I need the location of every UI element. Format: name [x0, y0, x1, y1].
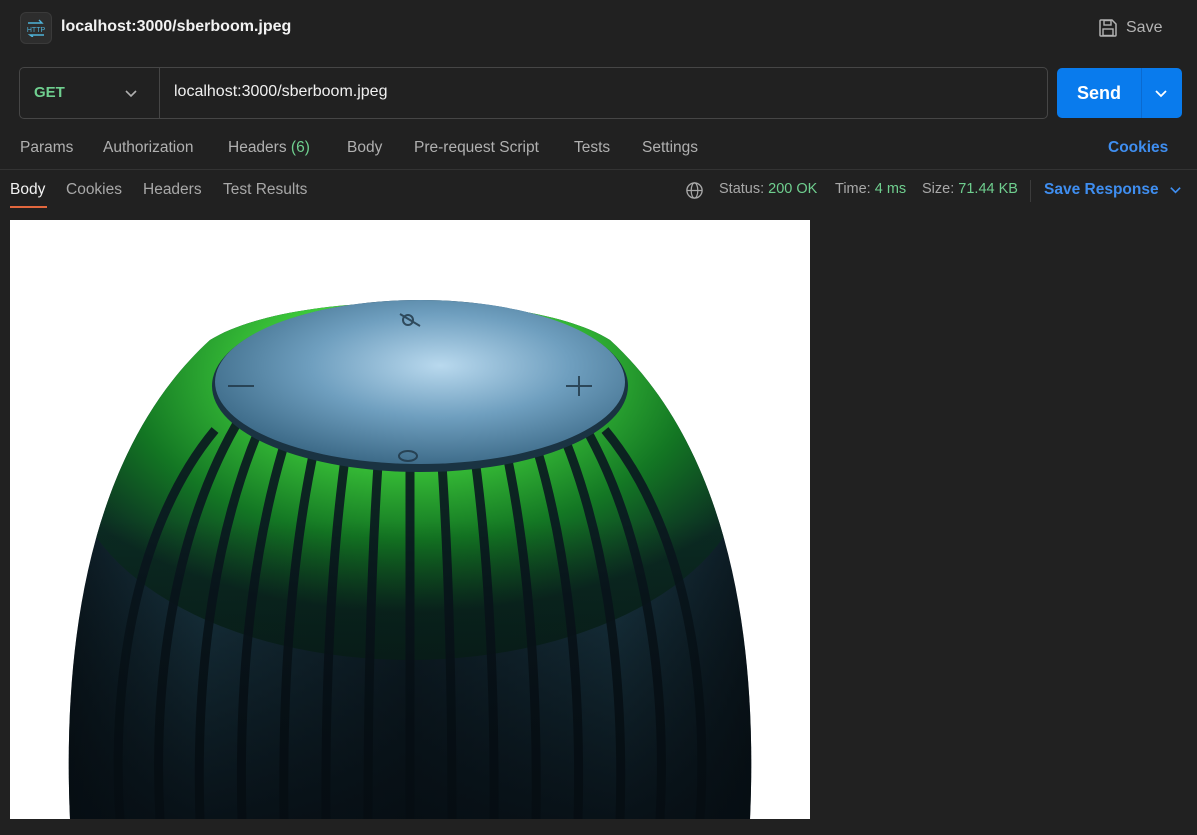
response-meta-separator	[1030, 180, 1031, 202]
tab-authorization[interactable]: Authorization	[103, 139, 193, 157]
save-label: Save	[1126, 19, 1163, 36]
size-label: Size:	[922, 181, 955, 197]
tab-tests[interactable]: Tests	[574, 139, 610, 157]
save-button[interactable]: Save	[1098, 16, 1162, 40]
url-bar: GET	[19, 67, 1048, 119]
status-label: Status:	[719, 181, 765, 197]
tab-headers-label: Headers	[228, 139, 287, 156]
chevron-down-icon	[125, 90, 137, 98]
response-image-preview	[10, 220, 810, 819]
response-tab-cookies[interactable]: Cookies	[66, 181, 122, 199]
headers-count: (6)	[290, 139, 310, 156]
time-info: Time: 4 ms	[835, 181, 906, 197]
globe-icon[interactable]	[685, 181, 704, 200]
response-tab-body[interactable]: Body	[10, 181, 45, 199]
url-input[interactable]	[174, 80, 1024, 104]
time-value: 4 ms	[874, 181, 907, 197]
tab-headers[interactable]: Headers (6)	[228, 139, 310, 157]
method-label: GET	[34, 84, 65, 101]
http-icon: HTTP	[20, 12, 52, 44]
save-response-label: Save Response	[1044, 181, 1159, 198]
response-bar: Body Cookies Headers Test Results Status…	[0, 170, 1197, 215]
request-tabs: Params Authorization Headers (6) Body Pr…	[0, 128, 1197, 168]
tab-params[interactable]: Params	[20, 139, 73, 157]
size-value: 71.44 KB	[958, 181, 1018, 197]
response-tab-test-results[interactable]: Test Results	[223, 181, 307, 199]
chevron-down-icon[interactable]	[1154, 87, 1168, 101]
request-title[interactable]: localhost:3000/sberboom.jpeg	[61, 18, 291, 36]
time-label: Time:	[835, 181, 871, 197]
send-divider	[1141, 68, 1142, 118]
status-info: Status: 200 OK	[719, 181, 817, 197]
status-value: 200 OK	[768, 181, 818, 197]
request-header: HTTP localhost:3000/sberboom.jpeg Save	[0, 0, 1197, 56]
method-select[interactable]: GET	[20, 68, 160, 118]
smart-speaker-image	[10, 220, 810, 819]
tab-body[interactable]: Body	[347, 139, 382, 157]
floppy-disk-icon	[1099, 19, 1117, 37]
svg-text:HTTP: HTTP	[27, 27, 46, 34]
size-info: Size: 71.44 KB	[922, 181, 1018, 197]
save-response-button[interactable]: Save Response	[1044, 181, 1182, 199]
send-button[interactable]: Send	[1057, 68, 1182, 118]
response-tab-headers[interactable]: Headers	[143, 181, 202, 199]
tab-settings[interactable]: Settings	[642, 139, 698, 157]
send-label: Send	[1077, 83, 1122, 103]
chevron-down-icon	[1169, 186, 1181, 194]
cookies-link[interactable]: Cookies	[1108, 139, 1168, 157]
tab-prerequest-script[interactable]: Pre-request Script	[414, 139, 539, 157]
active-tab-indicator	[10, 206, 47, 208]
